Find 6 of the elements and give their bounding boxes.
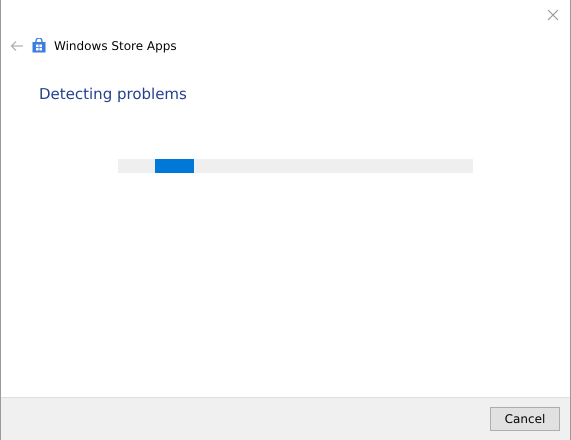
- window-title: Windows Store Apps: [54, 38, 177, 52]
- close-button[interactable]: [546, 8, 560, 22]
- status-heading: Detecting problems: [39, 85, 187, 103]
- cancel-button[interactable]: Cancel: [490, 407, 560, 431]
- store-bag-icon: [32, 38, 46, 53]
- back-button[interactable]: [10, 40, 24, 52]
